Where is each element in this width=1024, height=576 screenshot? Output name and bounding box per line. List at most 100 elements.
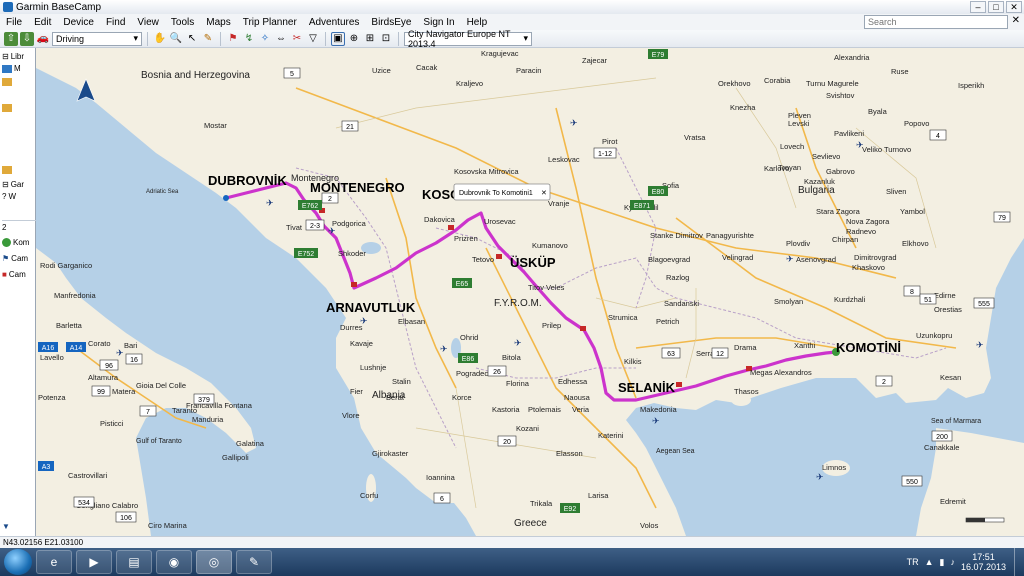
svg-text:E79: E79: [652, 52, 665, 59]
city-label: Leskovac: [548, 155, 580, 164]
library-label: Libr: [10, 52, 25, 61]
city-label: Kavaje: [350, 339, 373, 348]
city-label: Elkhovo: [902, 239, 929, 248]
menu-birdseye[interactable]: BirdsEye: [365, 17, 417, 28]
chrome-icon[interactable]: ◉: [156, 550, 192, 574]
city-label: Larisa: [588, 491, 609, 500]
media-icon[interactable]: ▶: [76, 550, 112, 574]
city-label: Kastoria: [492, 405, 520, 414]
city-label: Gioia Del Colle: [136, 381, 186, 390]
show-desktop-button[interactable]: [1014, 548, 1024, 576]
city-label: Bari: [124, 341, 138, 350]
hand-icon[interactable]: ✋: [153, 32, 167, 46]
three-d-icon[interactable]: ⊡: [379, 32, 393, 46]
city-label: Petrich: [656, 317, 679, 326]
road-shield: 12: [711, 347, 729, 359]
svg-text:7: 7: [146, 409, 150, 416]
explorer-icon[interactable]: e: [36, 550, 72, 574]
map-view[interactable]: Bosnia and Herzegovina Montenegro Albani…: [36, 48, 1024, 536]
city-label: Yambol: [900, 207, 925, 216]
city-label: Vlore: [342, 411, 360, 420]
menu-adventures[interactable]: Adventures: [303, 17, 366, 28]
map-canvas[interactable]: Bosnia and Herzegovina Montenegro Albani…: [36, 48, 1024, 536]
library-subitem[interactable]: [2, 78, 36, 86]
airport-icon: ✈: [816, 473, 824, 483]
library-subitem[interactable]: [2, 166, 36, 174]
library-subitem[interactable]: [2, 104, 36, 112]
svg-text:550: 550: [906, 479, 918, 486]
list-item[interactable]: ■ Cam: [2, 270, 36, 279]
city-label: Gabrovo: [826, 167, 855, 176]
waypoint-icon[interactable]: ⚑: [226, 32, 240, 46]
pencil-icon[interactable]: ✎: [201, 32, 215, 46]
language-indicator[interactable]: TR: [907, 557, 919, 567]
list-item[interactable]: Kom: [2, 238, 36, 247]
menu-view[interactable]: View: [131, 17, 165, 28]
map-view-icon[interactable]: ▣: [331, 31, 345, 46]
search-clear-icon[interactable]: ✕: [1012, 15, 1020, 26]
filter-button[interactable]: ▼: [2, 522, 36, 531]
tool-icon[interactable]: ✎: [236, 550, 272, 574]
menu-maps[interactable]: Maps: [200, 17, 236, 28]
city-label: Galatina: [236, 439, 265, 448]
airport-icon: ✈: [440, 345, 448, 355]
send-to-device-icon[interactable]: ⇧: [4, 31, 18, 46]
city-label: Naousa: [564, 393, 591, 402]
route-icon[interactable]: ↯: [242, 32, 256, 46]
minimize-button[interactable]: –: [970, 1, 986, 13]
city-label: Stanke Dimitrov: [650, 231, 703, 240]
route-callout[interactable]: Dubrovnik To Komotini1 ✕: [453, 183, 551, 201]
city-label: Byala: [868, 107, 888, 116]
maximize-button[interactable]: □: [988, 1, 1004, 13]
erase-icon[interactable]: ✂: [290, 32, 304, 46]
city-label: Vratsa: [684, 133, 706, 142]
garmin-item[interactable]: ? W: [2, 192, 36, 201]
city-label: Kragujevac: [481, 49, 519, 58]
garmin-header[interactable]: ⊟ Gar: [2, 180, 36, 189]
menu-trip-planner[interactable]: Trip Planner: [237, 17, 303, 28]
volume-icon[interactable]: ♪: [950, 557, 955, 567]
road-shield: E752: [294, 248, 318, 258]
city-label: Prilep: [542, 321, 561, 330]
zoom-icon[interactable]: 🔍: [169, 32, 183, 46]
globe-icon[interactable]: ⊞: [363, 32, 377, 46]
clock-date: 16.07.2013: [960, 562, 1006, 572]
close-button[interactable]: ✕: [1006, 1, 1022, 13]
select-icon[interactable]: ↖: [185, 32, 199, 46]
folder-icon[interactable]: ▤: [116, 550, 152, 574]
route-start-point[interactable]: [223, 195, 229, 201]
basecamp-icon[interactable]: ◎: [196, 550, 232, 574]
search-input[interactable]: [864, 15, 1008, 29]
chevron-down-icon: ▾: [523, 33, 528, 43]
activity-mode-select[interactable]: Driving ▾: [52, 31, 142, 46]
menu-find[interactable]: Find: [100, 17, 131, 28]
library-item[interactable]: M: [2, 64, 36, 73]
list-item[interactable]: ⚑ Cam: [2, 254, 36, 263]
track-icon[interactable]: ✧: [258, 32, 272, 46]
clock[interactable]: 17:51 16.07.2013: [961, 552, 1006, 572]
city-label: Rodi Garganico: [40, 261, 92, 270]
start-button[interactable]: [4, 549, 32, 575]
road-shield: 2-3: [305, 219, 325, 231]
menu-sign-in[interactable]: Sign In: [417, 17, 460, 28]
city-label: Tivat: [286, 223, 303, 232]
measure-icon[interactable]: ⇔: [274, 32, 288, 46]
road-shield: 106: [115, 511, 137, 523]
map-product-select[interactable]: City Navigator Europe NT 2013.4 ▾: [404, 29, 532, 49]
road-shield: 26: [487, 365, 507, 377]
detail-icon[interactable]: ⊕: [347, 32, 361, 46]
menu-edit[interactable]: Edit: [28, 17, 57, 28]
svg-text:106: 106: [120, 515, 132, 522]
filter-icon[interactable]: ▽: [306, 32, 320, 46]
library-header[interactable]: ⊟ Libr: [2, 52, 36, 61]
tray-arrow-icon[interactable]: ▲: [925, 557, 934, 567]
road-shield: E86: [458, 353, 478, 363]
menu-help[interactable]: Help: [461, 17, 494, 28]
road-shield: A3: [38, 461, 54, 471]
menu-file[interactable]: File: [0, 17, 28, 28]
airport-icon: ✈: [856, 141, 864, 151]
menu-device[interactable]: Device: [57, 17, 100, 28]
receive-from-device-icon[interactable]: ⇩: [20, 31, 34, 46]
menu-tools[interactable]: Tools: [165, 17, 200, 28]
network-icon[interactable]: ▮: [940, 557, 945, 568]
